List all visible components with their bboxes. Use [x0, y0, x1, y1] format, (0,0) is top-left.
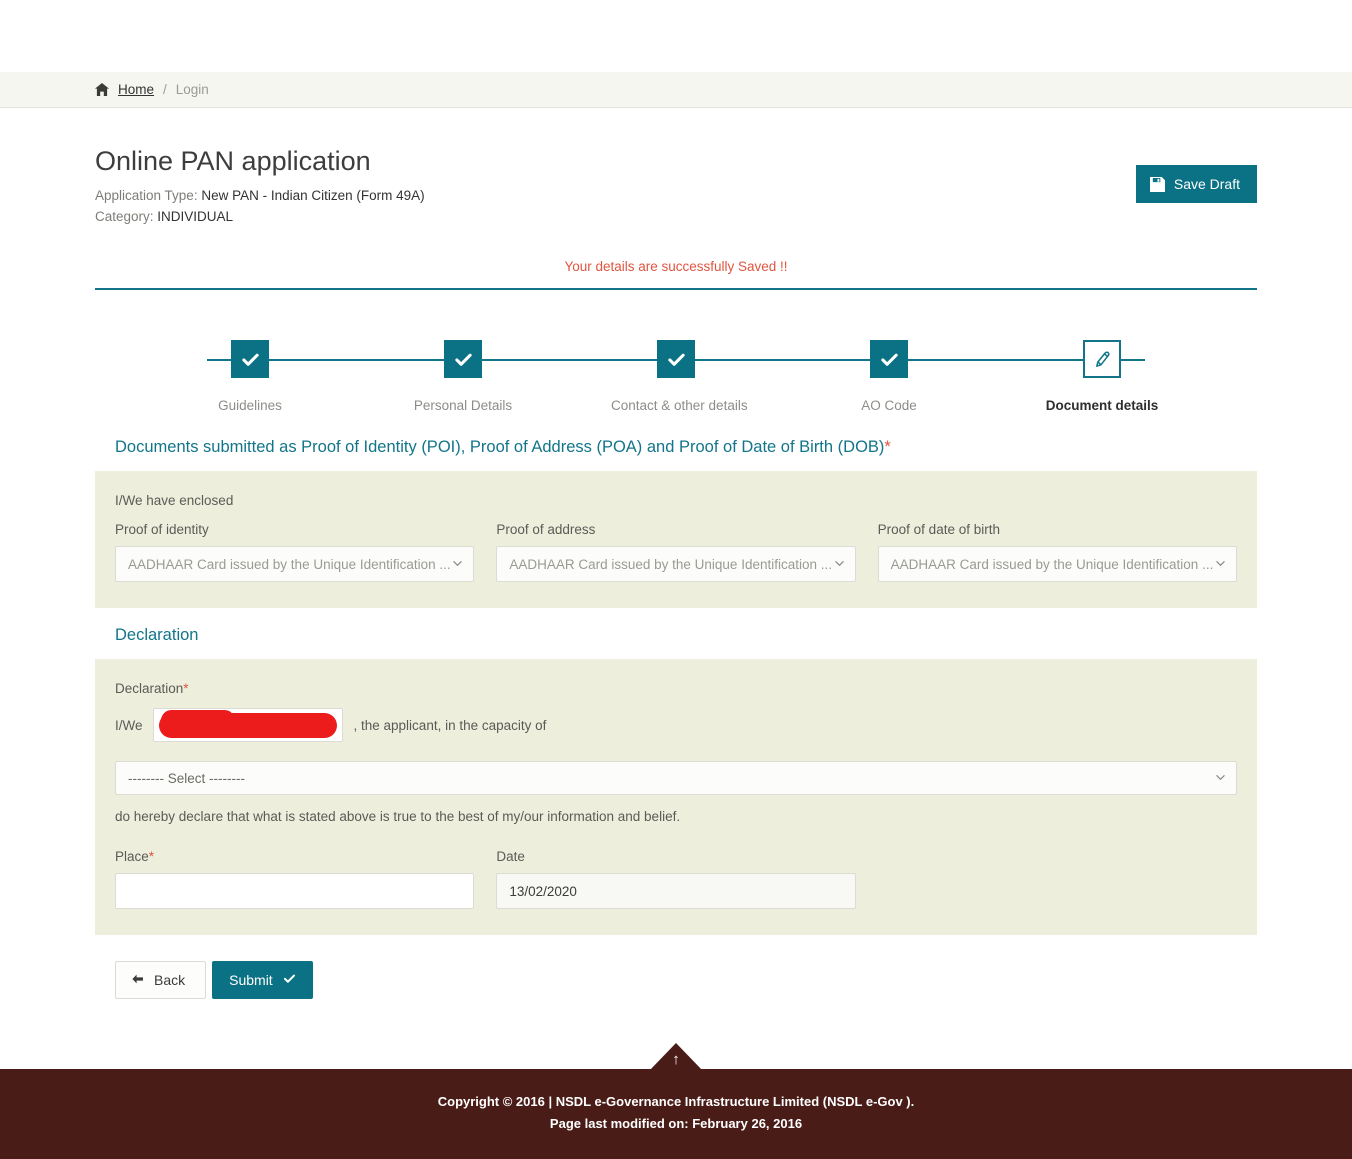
save-draft-label: Save Draft: [1174, 176, 1240, 192]
divider: [95, 288, 1257, 290]
home-icon: [95, 83, 109, 96]
progress-stepper: Guidelines Personal Details Contact & ot…: [95, 340, 1257, 420]
top-spacer: [0, 0, 1352, 72]
required-marker: *: [149, 849, 154, 864]
stepper-step-personal-details[interactable]: Personal Details: [398, 340, 528, 413]
back-button[interactable]: Back: [115, 961, 206, 999]
place-label: Place*: [115, 849, 474, 864]
page-title: Online PAN application: [95, 146, 1257, 177]
stepper-step-guidelines[interactable]: Guidelines: [185, 340, 315, 413]
submit-button[interactable]: Submit: [212, 961, 313, 999]
chevron-down-icon: [1216, 559, 1225, 568]
declaration-panel: Declaration* I/We , the applicant, in th…: [95, 659, 1257, 935]
stepper-label-personal-details: Personal Details: [398, 398, 528, 413]
proof-of-identity-label: Proof of identity: [115, 522, 474, 537]
declaration-name-line: I/We , the applicant, in the capacity of: [115, 708, 1237, 742]
documents-heading-text: Documents submitted as Proof of Identity…: [115, 438, 884, 456]
enclosed-note: I/We have enclosed: [115, 493, 1237, 508]
date-input[interactable]: 13/02/2020: [496, 873, 855, 909]
application-type-value: New PAN - Indian Citizen (Form 49A): [201, 188, 424, 203]
proof-of-address-field: Proof of address AADHAAR Card issued by …: [496, 522, 855, 582]
content-container: Online PAN application Application Type:…: [95, 108, 1257, 999]
back-label: Back: [154, 972, 185, 988]
stepper-step-ao-code[interactable]: AO Code: [824, 340, 954, 413]
capacity-field: -------- Select --------: [115, 761, 1237, 795]
check-icon: [870, 340, 908, 378]
place-date-row: Place* Date 13/02/2020: [115, 849, 1237, 909]
place-input[interactable]: [115, 873, 474, 909]
declaration-label-text: Declaration: [115, 681, 183, 696]
spacer-field: [878, 849, 1237, 909]
footer-last-modified: Page last modified on: February 26, 2016: [0, 1113, 1352, 1135]
stepper-label-ao-code: AO Code: [824, 398, 954, 413]
chevron-down-icon: [1216, 773, 1225, 782]
breadcrumb-home-link[interactable]: Home: [118, 82, 154, 97]
chevron-down-icon: [453, 559, 462, 568]
save-floppy-icon: [1150, 177, 1165, 192]
submit-label: Submit: [229, 972, 273, 988]
declaration-after-name-text: , the applicant, in the capacity of: [354, 718, 547, 733]
declaration-field-label: Declaration*: [115, 681, 1237, 696]
proof-of-dob-field: Proof of date of birth AADHAAR Card issu…: [878, 522, 1237, 582]
scroll-to-top-button[interactable]: ↑: [649, 1043, 703, 1071]
stepper-label-contact-details: Contact & other details: [611, 398, 741, 413]
application-type-line: Application Type: New PAN - Indian Citiz…: [95, 185, 1257, 206]
category-value: INDIVIDUAL: [157, 209, 233, 224]
proof-of-dob-value: AADHAAR Card issued by the Unique Identi…: [891, 557, 1214, 572]
declaration-section-heading: Declaration: [95, 626, 1257, 645]
stepper-step-document-details[interactable]: Document details: [1037, 340, 1167, 413]
place-label-text: Place: [115, 849, 149, 864]
place-field: Place*: [115, 849, 474, 909]
footer-area: ↑ Copyright © 2016 | NSDL e-Governance I…: [0, 1069, 1352, 1159]
check-icon: [657, 340, 695, 378]
category-line: Category: INDIVIDUAL: [95, 206, 1257, 227]
stepper-step-contact-details[interactable]: Contact & other details: [611, 340, 741, 413]
proof-of-address-value: AADHAAR Card issued by the Unique Identi…: [509, 557, 832, 572]
check-icon: [283, 972, 296, 988]
capacity-value: -------- Select --------: [128, 771, 245, 786]
proof-of-dob-label: Proof of date of birth: [878, 522, 1237, 537]
date-field: Date 13/02/2020: [496, 849, 855, 909]
breadcrumb-current: Login: [176, 82, 209, 97]
proof-of-identity-select[interactable]: AADHAAR Card issued by the Unique Identi…: [115, 546, 474, 582]
check-icon: [444, 340, 482, 378]
proof-of-address-select[interactable]: AADHAAR Card issued by the Unique Identi…: [496, 546, 855, 582]
stepper-label-document-details: Document details: [1037, 398, 1167, 413]
declaration-name-input[interactable]: [153, 708, 343, 742]
page-body: Online PAN application Application Type:…: [0, 108, 1352, 1159]
arrow-up-icon: ↑: [649, 1052, 703, 1067]
arrow-left-icon: [132, 972, 144, 988]
documents-panel: I/We have enclosed Proof of identity AAD…: [95, 471, 1257, 608]
status-message: Your details are successfully Saved !!: [95, 259, 1257, 274]
declaration-statement: do hereby declare that what is stated ab…: [115, 809, 1237, 824]
documents-field-row: Proof of identity AADHAAR Card issued by…: [115, 522, 1237, 582]
category-label: Category:: [95, 209, 154, 224]
pencil-icon: [1083, 340, 1121, 378]
iwe-prefix: I/We: [115, 718, 143, 733]
required-marker: *: [183, 681, 188, 696]
required-marker: *: [884, 438, 890, 456]
breadcrumb-separator: /: [163, 82, 167, 97]
footer-copyright: Copyright © 2016 | NSDL e-Governance Inf…: [0, 1091, 1352, 1113]
proof-of-identity-value: AADHAAR Card issued by the Unique Identi…: [128, 557, 451, 572]
save-draft-button[interactable]: Save Draft: [1136, 165, 1257, 203]
proof-of-dob-select[interactable]: AADHAAR Card issued by the Unique Identi…: [878, 546, 1237, 582]
breadcrumb: Home / Login: [0, 72, 1352, 108]
footer: Copyright © 2016 | NSDL e-Governance Inf…: [0, 1069, 1352, 1159]
form-actions: Back Submit: [95, 961, 1257, 999]
documents-section-heading: Documents submitted as Proof of Identity…: [95, 438, 1257, 457]
stepper-label-guidelines: Guidelines: [185, 398, 315, 413]
capacity-select[interactable]: -------- Select --------: [115, 761, 1237, 795]
date-label: Date: [496, 849, 855, 864]
proof-of-address-label: Proof of address: [496, 522, 855, 537]
check-icon: [231, 340, 269, 378]
application-type-label: Application Type:: [95, 188, 198, 203]
redaction-overlay: [159, 713, 337, 738]
page-header: Online PAN application Application Type:…: [95, 108, 1257, 227]
chevron-down-icon: [835, 559, 844, 568]
proof-of-identity-field: Proof of identity AADHAAR Card issued by…: [115, 522, 474, 582]
